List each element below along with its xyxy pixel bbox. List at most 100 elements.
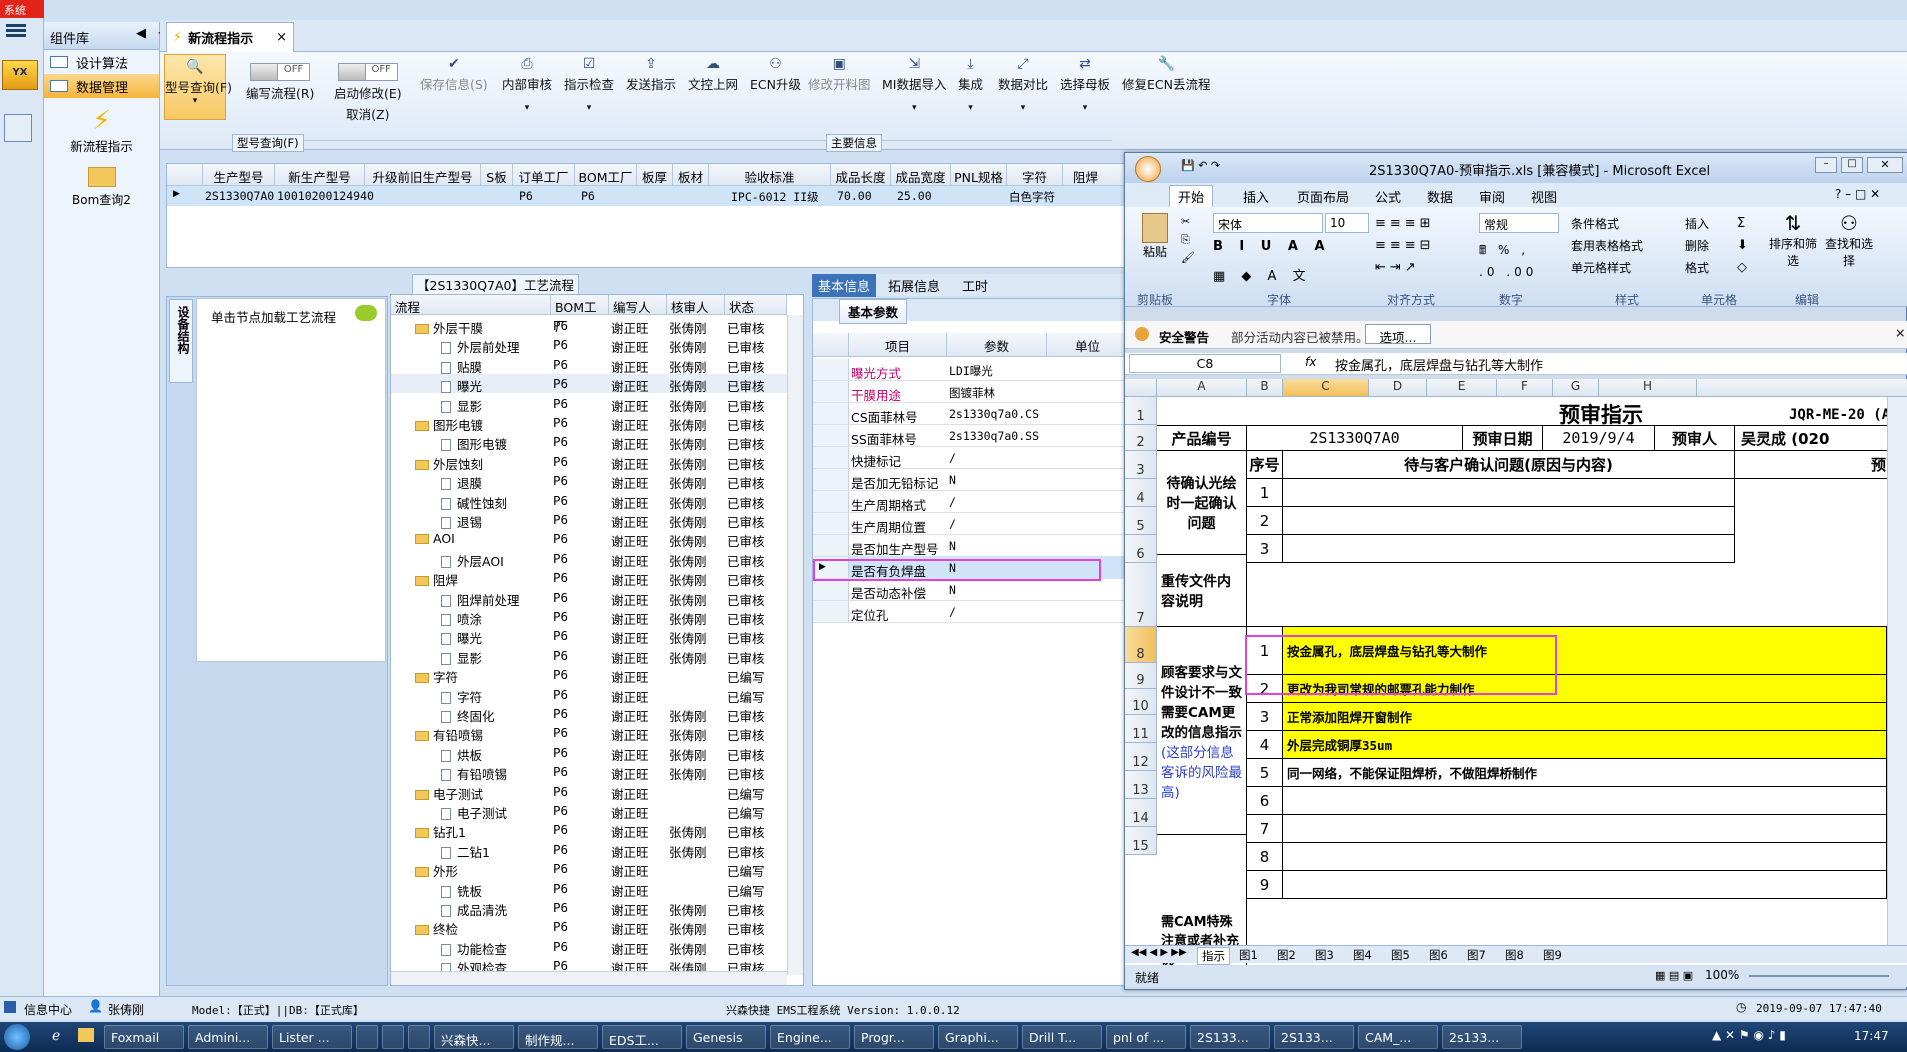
- row-header[interactable]: 9: [1125, 663, 1157, 689]
- special-row-cell[interactable]: [1283, 787, 1887, 815]
- vertical-scrollbar[interactable]: [787, 315, 803, 975]
- document-number[interactable]: JQR-ME-20 (A): [1789, 407, 1899, 423]
- param-row[interactable]: 生产周期位置 /: [813, 513, 1129, 535]
- taskbar-item[interactable]: 2S133...: [1274, 1025, 1354, 1049]
- row-header[interactable]: 6: [1125, 535, 1157, 563]
- name-box[interactable]: C8: [1129, 354, 1281, 373]
- param-row[interactable]: CS面菲林号 2s1330q7a0.CS: [813, 403, 1129, 425]
- select-master-board-button[interactable]: ⇄ 选择母板 ▾: [1060, 56, 1110, 113]
- column-header-D[interactable]: D: [1369, 379, 1427, 397]
- table-row[interactable]: ▶ 2S1330Q7A0 10010200124940 P6 P6 IPC-60…: [167, 186, 1125, 206]
- label-review-date[interactable]: 预审日期: [1463, 425, 1543, 451]
- bold-italic-underline-icons[interactable]: B I U A A: [1213, 239, 1331, 254]
- param-row[interactable]: 是否加无铅标记 N: [813, 469, 1129, 491]
- internal-review-button[interactable]: ⎙ 内部审核 ▾: [502, 56, 552, 113]
- cut-copy-format-icons[interactable]: ✂ ⎘ 🖌: [1181, 213, 1195, 267]
- param-row[interactable]: 曝光方式 LDI曝光: [813, 359, 1129, 381]
- tree-row[interactable]: 图形电镀 P6 谢正旺 张俦刚 已审核: [391, 432, 803, 452]
- row-header[interactable]: 15: [1125, 827, 1157, 855]
- confirm-row-1[interactable]: 1: [1247, 479, 1283, 507]
- label-question[interactable]: 待与客户确认问题(原因与内容): [1283, 451, 1735, 479]
- start-modify-toggle[interactable]: OFF 启动修改(E) 取消(Z): [334, 60, 402, 122]
- formula-input[interactable]: 按金属孔，底层焊盘与钻孔等大制作: [1335, 355, 1543, 374]
- tab-extended-info[interactable]: 拓展信息: [888, 276, 940, 295]
- quick-access-save-icon[interactable]: 💾 ↶ ↷: [1181, 159, 1220, 172]
- reupload-cell[interactable]: [1247, 563, 1907, 627]
- sheet-nav-icons[interactable]: ◀◀ ◀ ▶ ▶▶: [1131, 947, 1187, 958]
- tree-row[interactable]: 外形 P6 谢正旺 已编写: [391, 859, 803, 879]
- diff-label[interactable]: 顾客要求与文件设计不一致需要CAM更改的信息指示 (这部分信息客诉的风险最高): [1157, 627, 1247, 835]
- column-header[interactable]: 流程: [391, 295, 551, 315]
- special-row-cell[interactable]: [1283, 843, 1887, 871]
- special-row-number[interactable]: 9: [1247, 871, 1283, 899]
- taskbar-item[interactable]: pnl of ...: [1106, 1025, 1186, 1049]
- conditional-format-button[interactable]: 条件格式: [1571, 213, 1643, 235]
- column-header[interactable]: 成品宽度: [891, 164, 951, 186]
- param-row[interactable]: 是否动态补偿 N: [813, 579, 1129, 601]
- taskbar-item[interactable]: 2S133...: [1190, 1025, 1270, 1049]
- taskbar-item[interactable]: [356, 1025, 378, 1049]
- tree-row[interactable]: 图形电镀 P6 谢正旺 张俦刚 已审核: [391, 413, 803, 433]
- tree-row[interactable]: 功能检查 P6 谢正旺 张俦刚 已审核: [391, 937, 803, 957]
- sort-filter-button[interactable]: ⇅ 排序和筛选: [1765, 211, 1821, 269]
- row-header[interactable]: 12: [1125, 743, 1157, 771]
- vertical-scrollbar[interactable]: [1887, 397, 1907, 957]
- tab-work-hours[interactable]: 工时: [962, 276, 988, 295]
- row-header[interactable]: 11: [1125, 715, 1157, 743]
- tab-page-layout[interactable]: 页面布局: [1297, 187, 1349, 206]
- tree-row[interactable]: 退膜 P6 谢正旺 张俦刚 已审核: [391, 471, 803, 491]
- review-date[interactable]: 2019/9/4: [1543, 425, 1655, 451]
- column-header[interactable]: 状态: [725, 295, 787, 315]
- find-select-button[interactable]: ⚇ 查找和选择: [1821, 211, 1877, 269]
- office-button-icon[interactable]: [1135, 156, 1161, 182]
- tree-row[interactable]: 阻焊前处理 P6 谢正旺 张俦刚 已审核: [391, 588, 803, 608]
- column-header[interactable]: 订单工厂: [513, 164, 575, 186]
- column-header-G[interactable]: G: [1553, 379, 1599, 397]
- model-query-button[interactable]: 🔍 型号查询(F) ▾: [164, 54, 232, 120]
- tree-row[interactable]: 阻焊 P6 谢正旺 张俦刚 已审核: [391, 568, 803, 588]
- tray-icons[interactable]: ▲ ✕ ⚑ ◉ ♪ ▮: [1712, 1028, 1786, 1042]
- font-name-select[interactable]: 宋体: [1213, 213, 1323, 233]
- column-header[interactable]: 核审人: [667, 295, 725, 315]
- tab-view[interactable]: 视图: [1531, 187, 1557, 206]
- alignment-icons[interactable]: ≡≡≡⊞ ≡≡≡⊟ ⇤⇥↗: [1375, 213, 1435, 279]
- taskbar-clock[interactable]: 17:47: [1854, 1029, 1889, 1043]
- column-header-F[interactable]: F: [1497, 379, 1553, 397]
- param-row[interactable]: 干膜用途 图镀菲林: [813, 381, 1129, 403]
- tree-row[interactable]: 电子测试 P6 谢正旺 已编写: [391, 782, 803, 802]
- taskbar-item[interactable]: Foxmail: [104, 1025, 184, 1049]
- column-header[interactable]: 成品长度: [831, 164, 891, 186]
- row-header[interactable]: 1: [1125, 397, 1157, 425]
- column-header[interactable]: 升级前旧生产型号: [365, 164, 481, 186]
- tab-home[interactable]: 开始: [1169, 185, 1214, 208]
- label-seq[interactable]: 序号: [1247, 451, 1283, 479]
- tab-basic-params[interactable]: 基本参数: [839, 299, 908, 324]
- insert-cells-button[interactable]: 插入: [1685, 213, 1709, 235]
- taskbar-item[interactable]: CAM_...: [1358, 1025, 1438, 1049]
- tree-row[interactable]: 外层蚀刻 P6 谢正旺 张俦刚 已审核: [391, 452, 803, 472]
- sheet-tab[interactable]: 指示: [1197, 947, 1230, 965]
- select-all-corner[interactable]: [1125, 379, 1157, 397]
- diff-row-number[interactable]: 5: [1247, 759, 1283, 787]
- param-row[interactable]: 是否加生产型号 N: [813, 535, 1129, 557]
- save-info-button[interactable]: ✔ 保存信息(S): [420, 56, 488, 93]
- sheet-tab[interactable]: 图2: [1273, 947, 1300, 963]
- tree-row[interactable]: 字符 P6 谢正旺 已编写: [391, 685, 803, 705]
- label-pre[interactable]: 预审: [1735, 451, 1907, 479]
- tree-row[interactable]: 有铅喷锡 P6 谢正旺 张俦刚 已审核: [391, 723, 803, 743]
- column-header[interactable]: 字符: [1007, 164, 1063, 186]
- zoom-level[interactable]: 100%: [1705, 968, 1739, 982]
- delete-cells-button[interactable]: 删除: [1685, 235, 1709, 257]
- tree-row[interactable]: 铣板 P6 谢正旺 已编写: [391, 879, 803, 899]
- row-header[interactable]: 13: [1125, 771, 1157, 799]
- tree-row[interactable]: 钻孔1 P6 谢正旺 张俦刚 已审核: [391, 820, 803, 840]
- instruction-check-button[interactable]: ☑ 指示检查 ▾: [564, 56, 614, 113]
- column-header[interactable]: BOM工厂: [575, 164, 637, 186]
- row-header[interactable]: 2: [1125, 425, 1157, 451]
- integrate-button[interactable]: ⤓ 集成 ▾: [958, 56, 983, 113]
- label-product-no[interactable]: 产品编号: [1157, 425, 1247, 451]
- row-header[interactable]: 7: [1125, 563, 1157, 627]
- paste-button[interactable]: 粘贴: [1135, 213, 1175, 260]
- taskbar-item[interactable]: Genesis: [686, 1025, 766, 1049]
- border-fill-color-icons[interactable]: ▦ ◆ A 文: [1213, 265, 1312, 284]
